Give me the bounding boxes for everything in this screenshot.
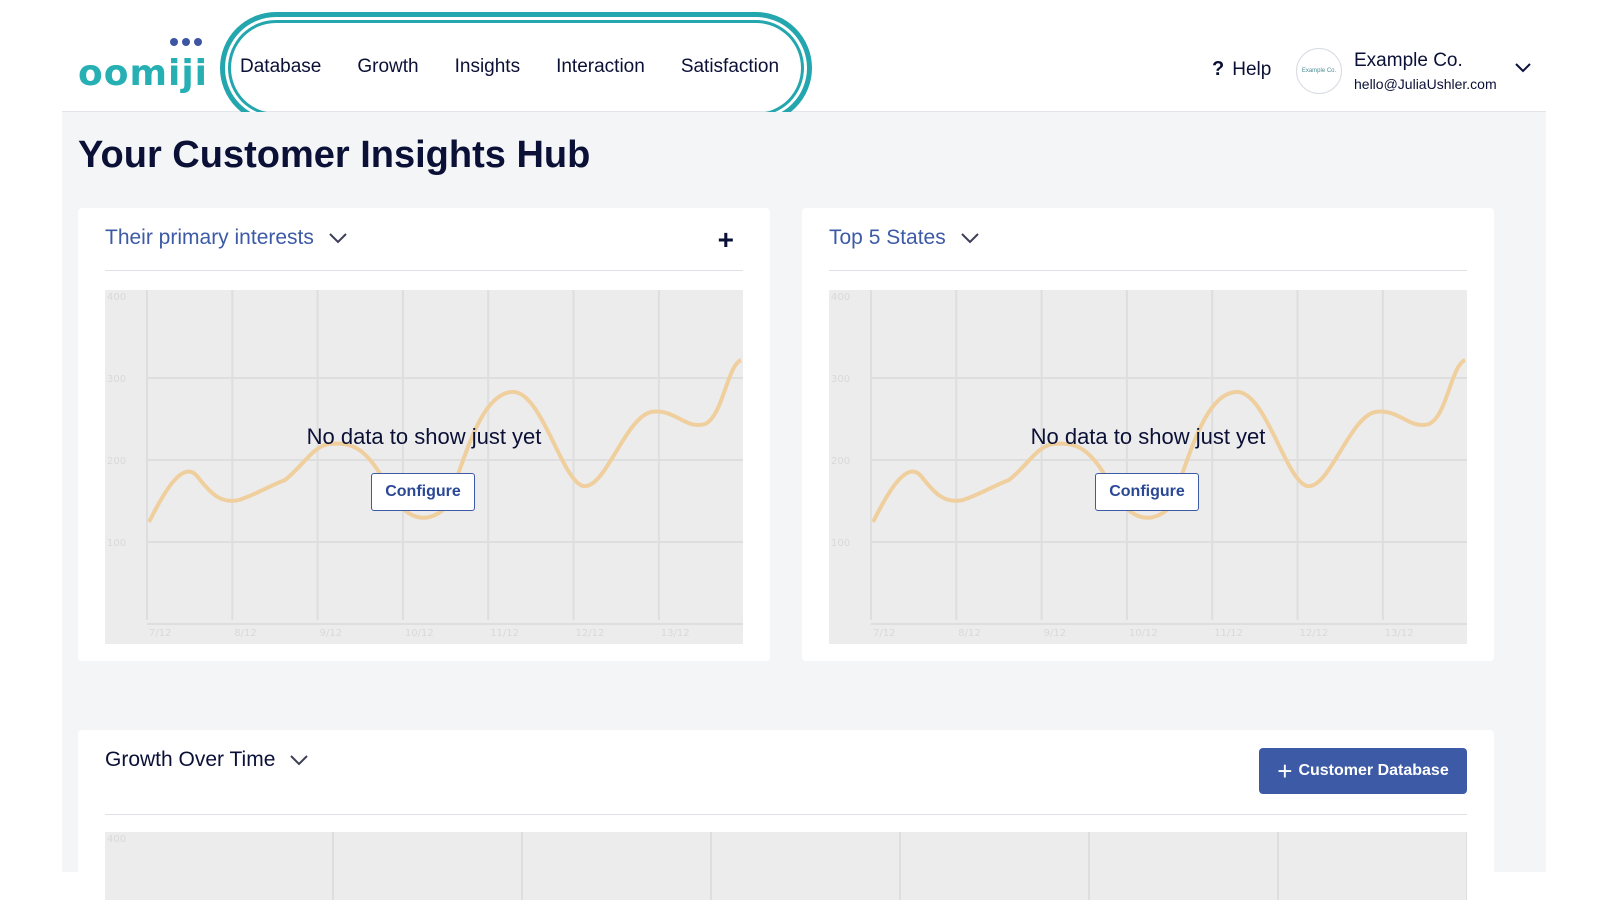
chevron-down-icon (329, 233, 347, 244)
configure-button[interactable]: Configure (371, 473, 475, 511)
add-customer-database-button[interactable]: + Customer Database (1259, 748, 1467, 794)
account-info[interactable]: Example Co. hello@JuliaUshler.com (1354, 50, 1497, 92)
card-divider (829, 270, 1467, 271)
x-tick-label: 11/12 (490, 628, 519, 639)
states-title: Top 5 States (829, 226, 946, 249)
y-tick-label: 100 (831, 538, 850, 549)
states-placeholder-chart: 400 300 200 100 7/12 8/12 9/12 10/12 11/12 12/12 1… (829, 290, 1467, 644)
y-tick-label: 100 (107, 538, 126, 549)
nav-insights[interactable]: Insights (455, 56, 520, 78)
interests-title: Their primary interests (105, 226, 314, 249)
x-tick-label: 10/12 (405, 628, 434, 639)
x-tick-label: 13/12 (661, 628, 690, 639)
top-header: oomiji Database Growth Insights Interact… (62, 0, 1546, 124)
growth-title: Growth Over Time (105, 748, 276, 771)
main-nav: Database Growth Insights Interaction Sat… (240, 56, 779, 78)
logo-text: oomiji (78, 53, 208, 94)
x-tick-label: 12/12 (1300, 628, 1329, 639)
x-tick-label: 8/12 (958, 628, 980, 639)
placeholder-chart-svg: 400 300 200 100 7/12 8/12 9/12 10/12 11/12 12/12 1… (831, 290, 1467, 639)
y-tick-label: 200 (107, 456, 126, 467)
y-tick-label: 400 (107, 292, 126, 303)
x-tick-label: 7/12 (149, 628, 171, 639)
x-tick-label: 9/12 (320, 628, 342, 639)
main-content: Your Customer Insights Hub Their primary… (62, 112, 1546, 900)
question-icon: ? (1212, 58, 1225, 80)
growth-dropdown[interactable]: Growth Over Time (105, 748, 309, 772)
growth-chart-svg: 400 (107, 832, 1467, 900)
y-tick-label: 300 (107, 374, 126, 385)
configure-button[interactable]: Configure (1095, 473, 1199, 511)
x-tick-label: 9/12 (1044, 628, 1066, 639)
nav-growth[interactable]: Growth (357, 56, 418, 78)
y-tick-label: 200 (831, 456, 850, 467)
card-divider (105, 270, 743, 271)
x-tick-label: 10/12 (1129, 628, 1158, 639)
x-tick-label: 13/12 (1385, 628, 1414, 639)
chevron-down-icon (961, 233, 979, 244)
x-tick-label: 8/12 (234, 628, 256, 639)
x-tick-label: 7/12 (873, 628, 895, 639)
chevron-down-icon (290, 755, 309, 766)
nav-satisfaction[interactable]: Satisfaction (681, 56, 779, 78)
help-label: Help (1232, 58, 1272, 80)
y-tick-label: 300 (831, 374, 850, 385)
x-tick-label: 11/12 (1214, 628, 1243, 639)
plus-icon[interactable]: + (718, 226, 734, 254)
y-tick-label: 400 (107, 834, 126, 845)
oomiji-logo[interactable]: oomiji (78, 38, 208, 94)
no-data-message: No data to show just yet (306, 424, 542, 449)
customer-database-label: Customer Database (1298, 762, 1449, 779)
page-title: Your Customer Insights Hub (78, 134, 591, 176)
states-card: Top 5 States 400 300 200 100 7/12 8/12 9/12 10/… (802, 208, 1494, 661)
growth-card: Growth Over Time + Customer Database 400 (78, 730, 1494, 900)
interests-dropdown[interactable]: Their primary interests (105, 226, 348, 250)
growth-placeholder-chart: 400 (105, 832, 1467, 900)
card-divider (105, 814, 1467, 815)
no-data-message: No data to show just yet (1030, 424, 1266, 449)
help-link[interactable]: ? Help (1212, 58, 1271, 81)
interests-card: Their primary interests + 400 300 200 100 7/… (78, 208, 770, 661)
x-tick-label: 12/12 (576, 628, 605, 639)
nav-database[interactable]: Database (240, 56, 321, 78)
y-tick-label: 400 (831, 292, 850, 303)
logo-dots (170, 38, 202, 46)
placeholder-chart-svg: 400 300 200 100 7/12 8/12 9/12 10/12 11/12 12/12 1… (107, 290, 743, 639)
account-chevron-down-icon[interactable] (1514, 62, 1532, 74)
company-avatar[interactable]: Example Co. (1296, 48, 1342, 94)
interests-placeholder-chart: 400 300 200 100 7/12 8/12 9/12 10/12 11/12 12/12 1… (105, 290, 743, 644)
states-dropdown[interactable]: Top 5 States (829, 226, 980, 250)
company-name: Example Co. (1354, 50, 1463, 71)
nav-interaction[interactable]: Interaction (556, 56, 645, 78)
plus-icon: + (1277, 756, 1293, 786)
company-email: hello@JuliaUshler.com (1354, 76, 1497, 92)
